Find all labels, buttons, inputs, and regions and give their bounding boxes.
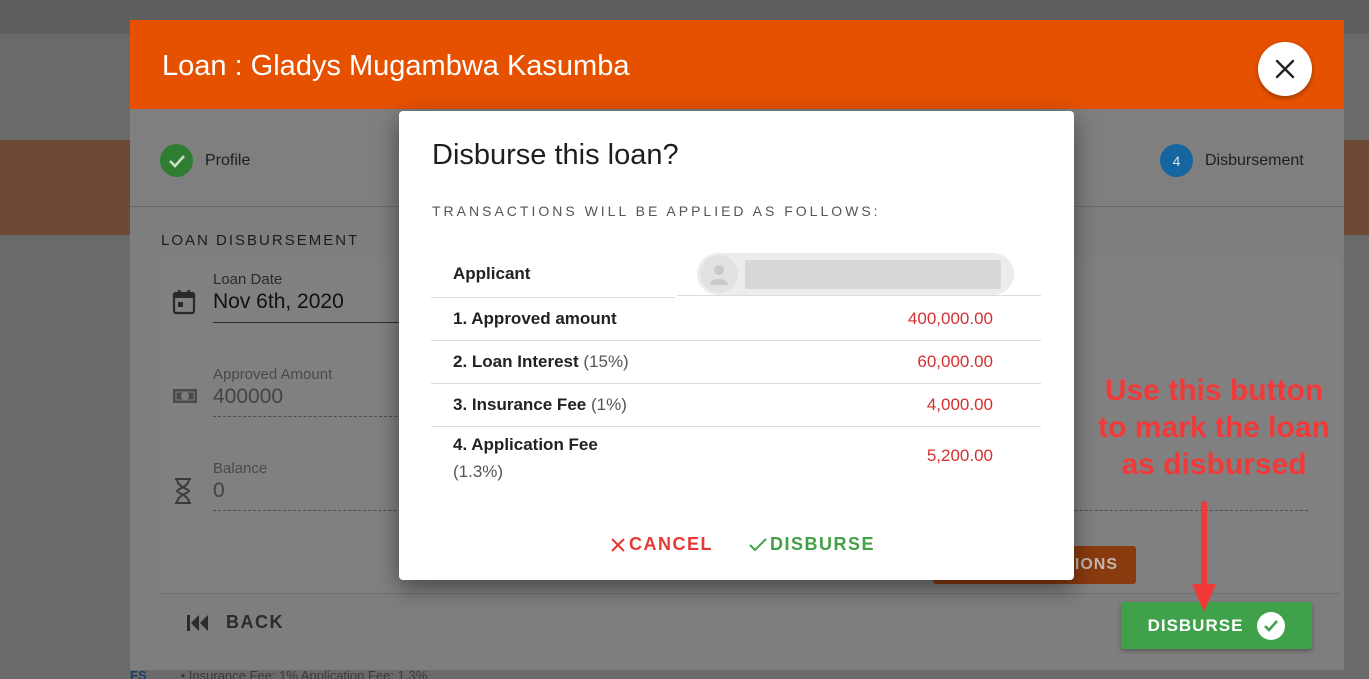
avatar-icon bbox=[700, 255, 738, 293]
transaction-name-text: 4. Application Fee bbox=[453, 435, 598, 454]
loan-dialog-header: Loan : Gladys Mugambwa Kasumba bbox=[130, 20, 1344, 109]
loan-date-label: Loan Date bbox=[213, 271, 283, 288]
annotation-line: to mark the loan bbox=[1098, 411, 1330, 444]
transaction-name: 3. Insurance Fee (1%) bbox=[453, 395, 627, 415]
table-row: 2. Loan Interest (15%) 60,000.00 bbox=[431, 341, 1041, 384]
transaction-name-text: 3. Insurance Fee bbox=[453, 395, 587, 414]
transaction-name-text: 1. Approved amount bbox=[453, 309, 617, 328]
applicant-chip bbox=[697, 253, 1014, 295]
table-row: 1. Approved amount 400,000.00 bbox=[431, 298, 1041, 341]
approved-amount-value: 400000 bbox=[213, 385, 284, 408]
step-label: Profile bbox=[205, 151, 251, 169]
balance-label: Balance bbox=[213, 460, 268, 477]
transaction-name: 1. Approved amount bbox=[453, 309, 617, 329]
section-title: LOAN DISBURSEMENT bbox=[161, 232, 360, 249]
confirm-disburse-label: DISBURSE bbox=[770, 534, 876, 554]
transaction-amount: 400,000.00 bbox=[907, 309, 993, 328]
close-button[interactable] bbox=[1258, 42, 1312, 96]
step-number: 4 bbox=[1160, 144, 1193, 177]
transaction-name-text: 2. Loan Interest bbox=[453, 352, 579, 371]
back-label: BACK bbox=[226, 612, 284, 632]
cancel-label: CANCEL bbox=[629, 534, 713, 554]
step-profile[interactable]: Profile bbox=[160, 144, 250, 177]
transaction-percent: (15%) bbox=[583, 352, 629, 371]
annotation-callout: Use this button to mark the loan as disb… bbox=[1082, 372, 1346, 483]
annotation-line: as disbursed bbox=[1121, 448, 1307, 481]
annotation-line: Use this button bbox=[1104, 374, 1324, 407]
transaction-name: 2. Loan Interest (15%) bbox=[453, 352, 629, 372]
table-row: 4. Application Fee (1.3%) 5,200.00 bbox=[431, 427, 1041, 487]
disburse-label: DISBURSE bbox=[1147, 615, 1244, 635]
transaction-percent: (1.3%) bbox=[453, 462, 504, 481]
transactions-table: Applicant 1. Approved amount 400,000.00 … bbox=[431, 251, 1041, 487]
close-icon bbox=[1275, 59, 1295, 79]
money-icon bbox=[173, 389, 197, 403]
step-label: Disbursement bbox=[1205, 151, 1304, 169]
loan-dialog-title: Loan : Gladys Mugambwa Kasumba bbox=[162, 50, 630, 82]
applicant-label: Applicant bbox=[453, 264, 531, 283]
check-icon bbox=[160, 144, 193, 177]
transaction-name: 4. Application Fee (1.3%) bbox=[453, 431, 633, 485]
calendar-icon bbox=[172, 290, 196, 315]
skip-previous-icon bbox=[187, 614, 208, 631]
step-disbursement[interactable]: 4 Disbursement bbox=[1160, 144, 1304, 177]
confirm-title: Disburse this loan? bbox=[432, 139, 679, 171]
confirm-subtitle: TRANSACTIONS WILL BE APPLIED AS FOLLOWS: bbox=[432, 203, 881, 219]
close-icon bbox=[611, 537, 625, 552]
divider bbox=[677, 295, 1041, 296]
redacted-applicant-name bbox=[745, 260, 1001, 289]
loan-date-value[interactable]: Nov 6th, 2020 bbox=[213, 290, 344, 314]
transaction-amount: 4,000.00 bbox=[926, 395, 993, 414]
confirm-disburse-dialog: Disburse this loan? TRANSACTIONS WILL BE… bbox=[399, 111, 1074, 580]
check-icon bbox=[749, 537, 767, 551]
balance-value: 0 bbox=[213, 479, 225, 502]
annotation-arrow-icon bbox=[1192, 501, 1216, 612]
check-circle-icon bbox=[1257, 611, 1286, 640]
cancel-button[interactable]: CANCEL bbox=[610, 534, 713, 555]
table-row: 3. Insurance Fee (1%) 4,000.00 bbox=[431, 384, 1041, 427]
applicant-row: Applicant bbox=[431, 251, 1041, 298]
transaction-percent: (1%) bbox=[590, 395, 627, 414]
dialog-actions: CANCEL DISBURSE bbox=[610, 534, 875, 555]
confirm-disburse-button[interactable]: DISBURSE bbox=[749, 534, 875, 555]
transaction-amount: 5,200.00 bbox=[926, 446, 993, 465]
back-button[interactable]: BACK bbox=[186, 612, 284, 633]
hourglass-icon bbox=[175, 478, 191, 504]
approved-amount-label: Approved Amount bbox=[213, 366, 333, 383]
transaction-amount: 60,000.00 bbox=[917, 352, 993, 371]
